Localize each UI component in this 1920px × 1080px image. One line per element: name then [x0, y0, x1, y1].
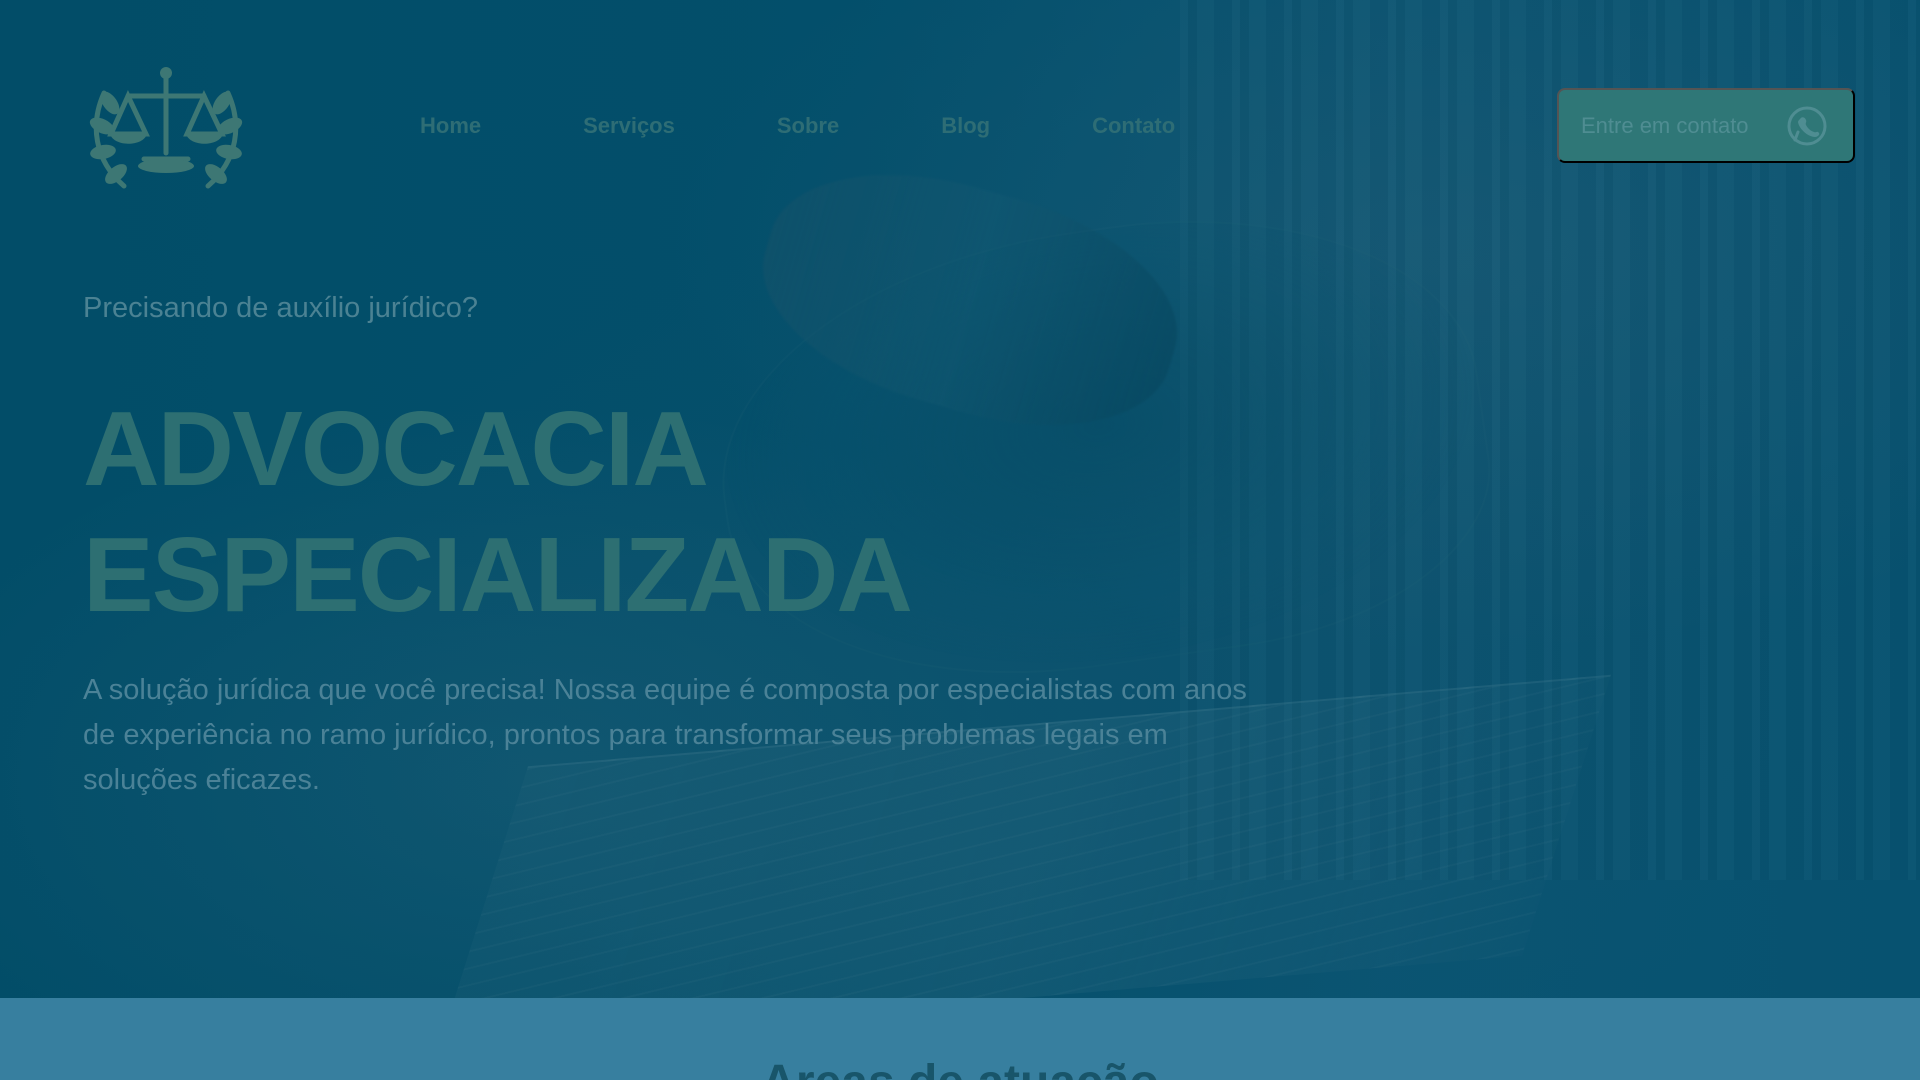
- whatsapp-icon: [1787, 106, 1827, 145]
- scales-of-justice-laurel-icon[interactable]: [86, 48, 246, 196]
- hero-section: Home Serviços Sobre Blog Contato Entre e…: [0, 0, 1920, 998]
- law-firm-landing-page: Home Serviços Sobre Blog Contato Entre e…: [0, 0, 1920, 1080]
- nav-services[interactable]: Serviços: [583, 106, 675, 146]
- contact-button-label: Entre em contato: [1581, 112, 1749, 138]
- hero-title-line-1: ADVOCACIA: [83, 390, 709, 508]
- nav-blog[interactable]: Blog: [941, 106, 990, 146]
- nav-home[interactable]: Home: [420, 106, 481, 146]
- practice-areas-section: Areas de atuação: [0, 998, 1920, 1080]
- nav-about[interactable]: Sobre: [777, 106, 839, 146]
- hero-title-line-2: ESPECIALIZADA: [83, 516, 913, 634]
- hero-description: A solução jurídica que você precisa! Nos…: [83, 674, 1247, 796]
- hero-title: ADVOCACIA ESPECIALIZADA: [83, 386, 913, 638]
- nav-contact[interactable]: Contato: [1092, 106, 1175, 146]
- hero-kicker: Precisando de auxílio jurídico?: [83, 292, 478, 324]
- practice-areas-title: Areas de atuação: [0, 1054, 1920, 1080]
- main-navigation: Home Serviços Sobre Blog Contato: [420, 106, 1175, 146]
- contact-whatsapp-button[interactable]: Entre em contato: [1557, 88, 1855, 163]
